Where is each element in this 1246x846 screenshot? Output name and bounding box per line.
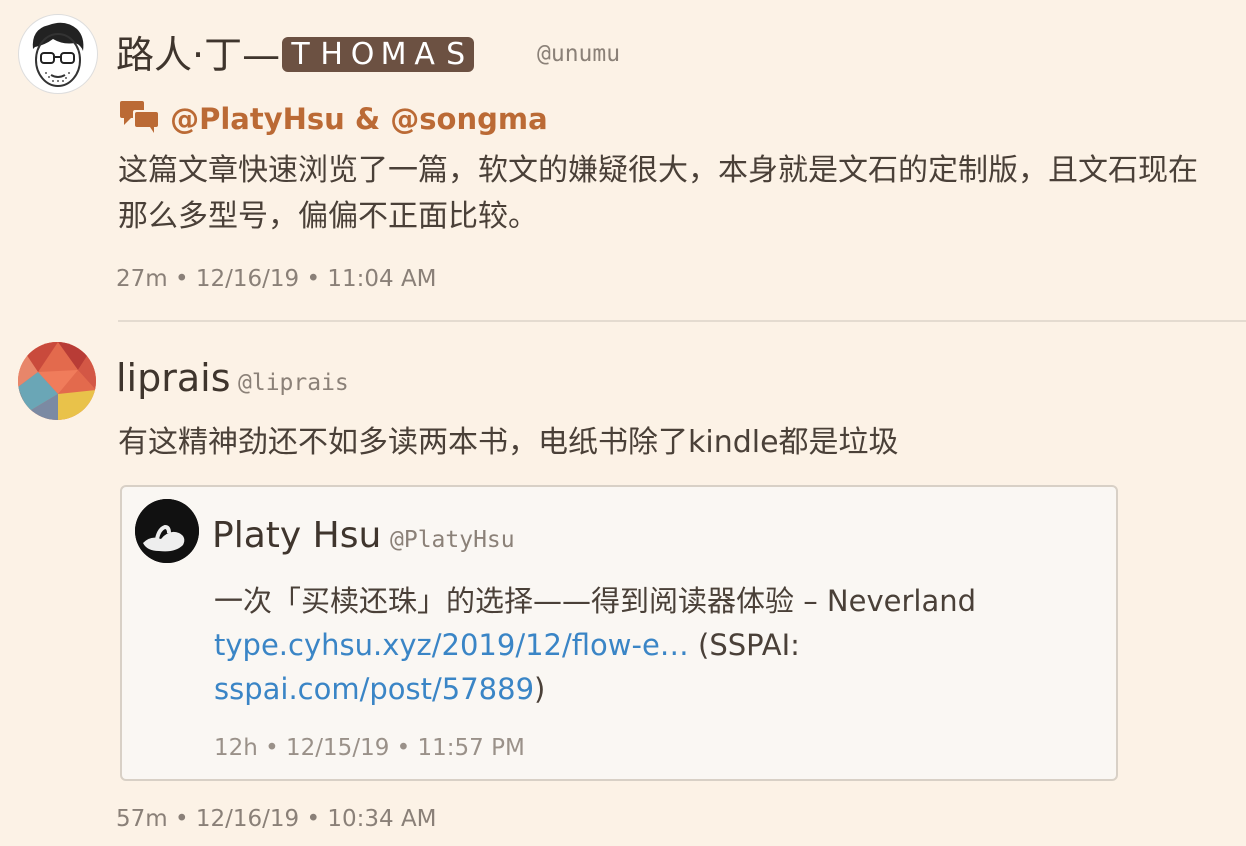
name-badge: THOMAS [282,37,475,72]
avatar-platyhsu[interactable] [135,499,199,563]
quoted-text: 一次「买椟还珠」的选择——得到阅读器体验 – Neverland type.cy… [214,579,1084,711]
badge-letter: T [291,37,310,72]
quoted-display-name[interactable]: Platy Hsu [212,515,381,556]
avatar-unumu[interactable] [18,14,98,94]
quoted-timestamp[interactable]: 12h • 12/15/19 • 11:57 PM [214,735,525,761]
reply-to-line[interactable]: @PlatyHsu & @songma [120,101,548,136]
username[interactable]: @liprais [238,370,349,396]
quoted-link-sspai[interactable]: sspai.com/post/57889 [214,672,534,706]
display-name[interactable]: 路人·丁— T H O M A S [116,24,475,79]
badge-letter: H [320,37,343,72]
username[interactable]: @unumu [537,41,620,67]
display-name-text: 路人·丁— [116,33,281,77]
badge-letter: O [350,37,375,72]
avatar-liprais[interactable] [18,342,96,420]
post-divider [118,320,1246,322]
post-timestamp[interactable]: 57m • 12/16/19 • 10:34 AM [116,806,437,832]
badge-letter: A [414,37,435,72]
quoted-username[interactable]: @PlatyHsu [390,527,515,553]
sspai-suffix: ) [534,672,546,706]
quoted-title: 一次「买椟还珠」的选择——得到阅读器体验 – Neverland [214,584,977,618]
quoted-post[interactable]: Platy Hsu @PlatyHsu 一次「买椟还珠」的选择——得到阅读器体验… [120,485,1118,781]
post-timestamp[interactable]: 27m • 12/16/19 • 11:04 AM [116,266,437,292]
display-name[interactable]: liprais [116,356,231,400]
reply-to-text: @PlatyHsu & @songma [170,102,548,136]
post-text: 有这精神劲还不如多读两本书，电纸书除了kindle都是垃圾 [118,425,899,460]
sspai-prefix: (SSPAI: [688,628,800,662]
badge-letter: S [446,37,466,72]
quoted-link-neverland[interactable]: type.cyhsu.xyz/2019/12/flow-e… [214,628,689,662]
speech-bubbles-icon [120,101,159,133]
badge-letter: M [380,37,407,72]
post-text: 这篇文章快速浏览了一篇，软文的嫌疑很大，本身就是文石的定制版，且文石现在那么多型… [118,153,1198,234]
